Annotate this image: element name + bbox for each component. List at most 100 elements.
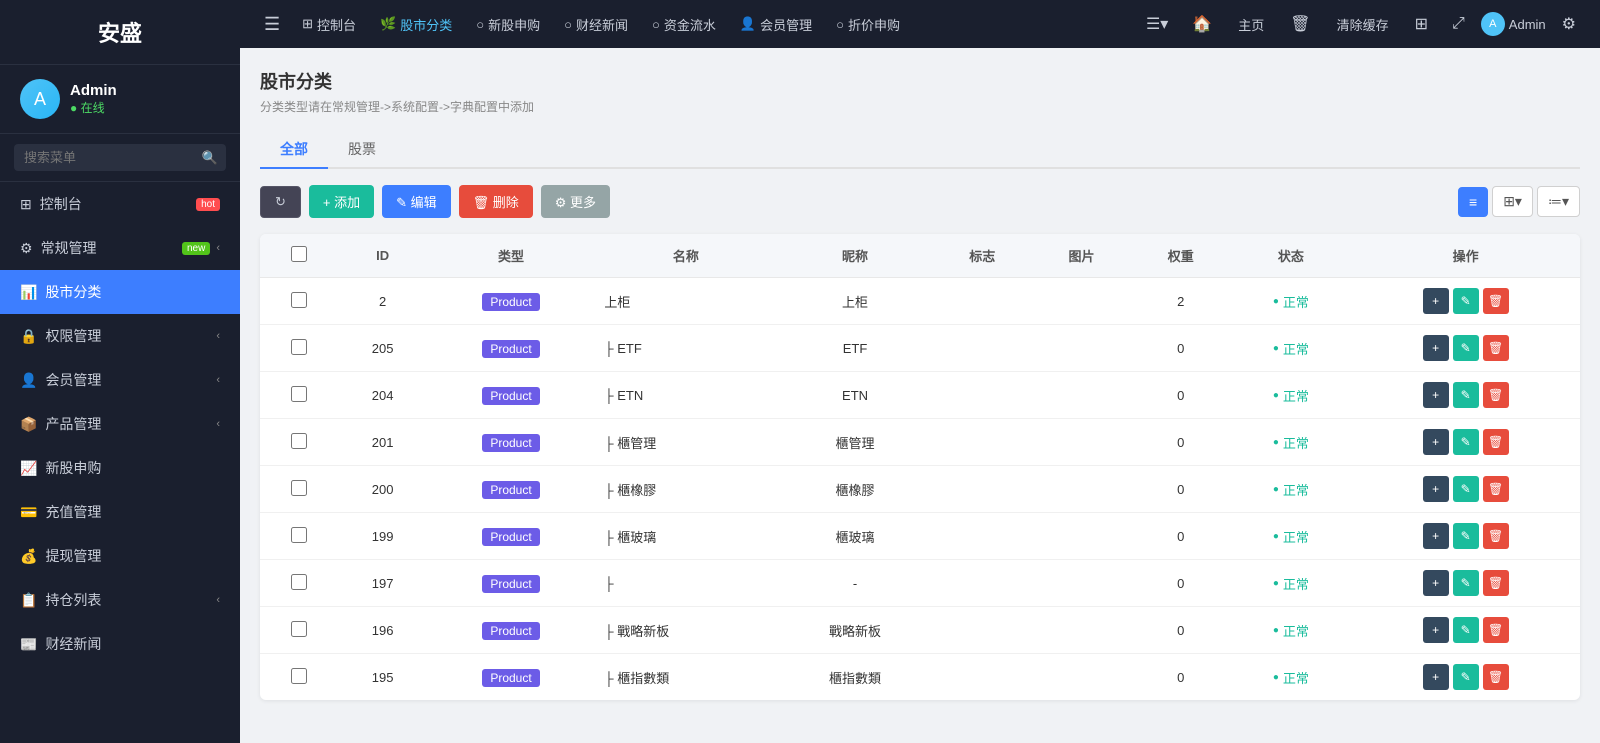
- sidebar-search-wrap[interactable]: 🔍: [0, 134, 240, 182]
- row-delete-button[interactable]: 🗑: [1483, 523, 1509, 549]
- row-delete-button[interactable]: 🗑: [1483, 570, 1509, 596]
- row-add-button[interactable]: +: [1423, 523, 1449, 549]
- topnav-newstock[interactable]: ○ 新股申购: [466, 9, 550, 40]
- topnav-cashflow[interactable]: ○ 资金流水: [642, 9, 726, 40]
- sidebar-item-financial[interactable]: 📰 财经新闻: [0, 622, 240, 666]
- settings-icon[interactable]: ⚙: [1554, 10, 1584, 38]
- row-checkbox[interactable]: [291, 292, 307, 308]
- topnav-members[interactable]: 👤 会员管理: [730, 9, 822, 40]
- row-delete-button[interactable]: 🗑: [1483, 335, 1509, 361]
- row-checkbox[interactable]: [291, 480, 307, 496]
- table-toolbar: ↻ + 添加 ✎ 编辑 🗑 删除 ⚙ 更多 ≡ ⊞▾ ≔▾: [260, 185, 1580, 218]
- row-delete-button[interactable]: 🗑: [1483, 429, 1509, 455]
- menu-toggle-button[interactable]: ☰: [256, 10, 288, 39]
- cell-type: Product: [428, 513, 595, 560]
- row-checkbox[interactable]: [291, 433, 307, 449]
- page-title: 股市分类: [260, 68, 1580, 94]
- row-checkbox[interactable]: [291, 386, 307, 402]
- row-edit-button[interactable]: ✎: [1453, 429, 1479, 455]
- topnav-label: 折价申购: [848, 15, 900, 34]
- row-delete-button[interactable]: 🗑: [1483, 288, 1509, 314]
- row-edit-button[interactable]: ✎: [1453, 523, 1479, 549]
- row-add-button[interactable]: +: [1423, 335, 1449, 361]
- topnav-home-label[interactable]: 主页: [1228, 9, 1274, 40]
- row-checkbox[interactable]: [291, 574, 307, 590]
- row-edit-button[interactable]: ✎: [1453, 617, 1479, 643]
- filter-button[interactable]: ≔▾: [1537, 186, 1580, 217]
- row-delete-button[interactable]: 🗑: [1483, 664, 1509, 690]
- row-add-button[interactable]: +: [1423, 382, 1449, 408]
- edit-button[interactable]: ✎ 编辑: [382, 185, 451, 218]
- arrow-icon: ‹: [216, 374, 220, 386]
- cache-icon[interactable]: 🗑: [1282, 10, 1318, 38]
- topnav-admin[interactable]: A Admin: [1481, 12, 1546, 36]
- sidebar-item-label: 权限管理: [45, 326, 101, 346]
- row-add-button[interactable]: +: [1423, 288, 1449, 314]
- row-checkbox[interactable]: [291, 339, 307, 355]
- delete-button[interactable]: 🗑 删除: [459, 185, 533, 218]
- row-add-button[interactable]: +: [1423, 429, 1449, 455]
- cell-name: ├ 櫃玻璃: [594, 513, 777, 560]
- tab-stocks[interactable]: 股票: [328, 131, 396, 169]
- table-row: 196 Product ├ 戰略新板 戰略新板 0 正常 + ✎ 🗑: [260, 607, 1580, 654]
- view-toggle: ≡ ⊞▾ ≔▾: [1458, 186, 1580, 217]
- grid-view-button[interactable]: ⊞▾: [1492, 186, 1533, 217]
- sidebar-item-newstock[interactable]: 📈 新股申购: [0, 446, 240, 490]
- sidebar-item-permissions[interactable]: 🔒 权限管理 ‹: [0, 314, 240, 358]
- row-delete-button[interactable]: 🗑: [1483, 476, 1509, 502]
- row-delete-button[interactable]: 🗑: [1483, 617, 1509, 643]
- table-row: 204 Product ├ ETN ETN 0 正常 + ✎ 🗑: [260, 372, 1580, 419]
- cell-logo: [933, 325, 1032, 372]
- row-edit-button[interactable]: ✎: [1453, 570, 1479, 596]
- more-button[interactable]: ⚙ 更多: [541, 185, 610, 218]
- col-id: ID: [338, 234, 428, 278]
- row-add-button[interactable]: +: [1423, 617, 1449, 643]
- sidebar-item-products[interactable]: 📦 产品管理 ‹: [0, 402, 240, 446]
- topnav-label: 会员管理: [760, 15, 812, 34]
- row-edit-button[interactable]: ✎: [1453, 476, 1479, 502]
- cell-type: Product: [428, 654, 595, 701]
- topnav-cache-label[interactable]: 清除缓存: [1327, 9, 1399, 40]
- sidebar-item-stocks[interactable]: 📊 股市分类: [0, 270, 240, 314]
- table-row: 199 Product ├ 櫃玻璃 櫃玻璃 0 正常 + ✎ 🗑: [260, 513, 1580, 560]
- row-add-button[interactable]: +: [1423, 570, 1449, 596]
- table-row: 195 Product ├ 櫃指數類 櫃指數類 0 正常 + ✎ 🗑: [260, 654, 1580, 701]
- row-add-button[interactable]: +: [1423, 664, 1449, 690]
- expand-icon[interactable]: ⤢: [1444, 11, 1473, 37]
- select-all-checkbox[interactable]: [291, 246, 307, 262]
- cell-image: [1032, 325, 1131, 372]
- row-checkbox[interactable]: [291, 621, 307, 637]
- row-edit-button[interactable]: ✎: [1453, 664, 1479, 690]
- sidebar-item-regular[interactable]: ⚙ 常规管理 new ‹: [0, 226, 240, 270]
- row-add-button[interactable]: +: [1423, 476, 1449, 502]
- row-checkbox[interactable]: [291, 527, 307, 543]
- topnav-stockcat[interactable]: 🌿 股市分类: [370, 9, 462, 40]
- sidebar-item-members[interactable]: 👤 会员管理 ‹: [0, 358, 240, 402]
- row-checkbox[interactable]: [291, 668, 307, 684]
- topnav-discount[interactable]: ○ 折价申购: [826, 9, 910, 40]
- cell-name: ├ 戰略新板: [594, 607, 777, 654]
- sidebar-item-recharge[interactable]: 💳 充值管理: [0, 490, 240, 534]
- home-icon[interactable]: 🏠: [1184, 10, 1220, 38]
- qr-icon[interactable]: ⊞: [1407, 10, 1436, 38]
- row-edit-button[interactable]: ✎: [1453, 288, 1479, 314]
- search-input[interactable]: [14, 144, 226, 171]
- cell-image: [1032, 372, 1131, 419]
- row-edit-button[interactable]: ✎: [1453, 382, 1479, 408]
- cell-status: 正常: [1230, 607, 1351, 654]
- row-edit-button[interactable]: ✎: [1453, 335, 1479, 361]
- sidebar-item-positions[interactable]: 📋 持仓列表 ‹: [0, 578, 240, 622]
- tab-all[interactable]: 全部: [260, 131, 328, 169]
- row-delete-button[interactable]: 🗑: [1483, 382, 1509, 408]
- list-view-icon[interactable]: ☰▾: [1138, 10, 1176, 38]
- sidebar-item-dashboard[interactable]: ⊞ 控制台 hot: [0, 182, 240, 226]
- topnav-dashboard[interactable]: ⊞ 控制台: [292, 9, 366, 40]
- topnav-financial[interactable]: ○ 财经新闻: [554, 9, 638, 40]
- topnav-circle-icon: ○: [836, 17, 844, 32]
- cell-id: 205: [338, 325, 428, 372]
- refresh-button[interactable]: ↻: [260, 186, 301, 218]
- cell-name: ├ ETN: [594, 372, 777, 419]
- add-button[interactable]: + 添加: [309, 185, 374, 218]
- sidebar-item-withdraw[interactable]: 💰 提现管理: [0, 534, 240, 578]
- list-view-button[interactable]: ≡: [1458, 187, 1488, 217]
